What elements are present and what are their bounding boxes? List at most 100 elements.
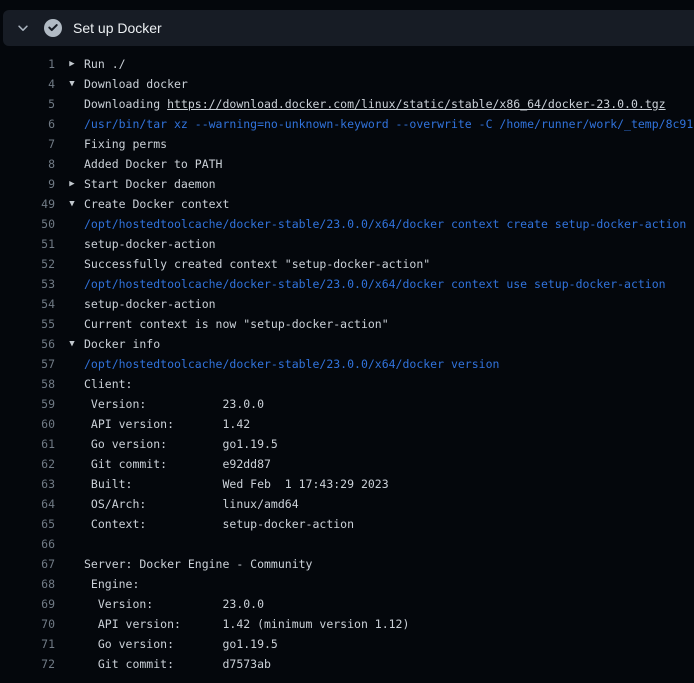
line-number-link[interactable]: 5 <box>0 94 55 114</box>
log-line: 4 ▼ Download docker <box>0 74 694 94</box>
line-number-link[interactable]: 65 <box>0 514 55 534</box>
line-number-link[interactable]: 53 <box>0 274 55 294</box>
group-expand-triangle-icon[interactable]: ▶ <box>66 54 78 74</box>
log-line: 57 /opt/hostedtoolcache/docker-stable/23… <box>0 354 694 374</box>
step-header[interactable]: Set up Docker <box>3 10 694 46</box>
line-number-link[interactable]: 66 <box>0 534 55 554</box>
line-text: Current context is now "setup-docker-act… <box>84 314 389 334</box>
line-text: setup-docker-action <box>84 234 216 254</box>
log-line: 62 Git commit: e92dd87 <box>0 454 694 474</box>
log-line: 68 Engine: <box>0 574 694 594</box>
log-line: 64 OS/Arch: linux/amd64 <box>0 494 694 514</box>
log-line: 58 Client: <box>0 374 694 394</box>
group-toggle-icon <box>66 114 78 134</box>
line-text: /opt/hostedtoolcache/docker-stable/23.0.… <box>84 214 686 234</box>
log-text: Engine: <box>84 577 139 591</box>
line-text: Built: Wed Feb 1 17:43:29 2023 <box>84 474 389 494</box>
group-toggle-icon <box>66 254 78 274</box>
line-number-link[interactable]: 59 <box>0 394 55 414</box>
group-toggle-icon <box>66 234 78 254</box>
line-text: Downloading https://download.docker.com/… <box>84 94 666 114</box>
line-number-link[interactable]: 61 <box>0 434 55 454</box>
line-number-link[interactable]: 56 <box>0 334 55 354</box>
line-number-link[interactable]: 55 <box>0 314 55 334</box>
group-label: Create Docker context <box>84 197 229 211</box>
workflow-log-panel: Set up Docker 1 ▶ Run ./ 4 ▼ Download do… <box>0 0 694 683</box>
group-toggle-icon <box>66 514 78 534</box>
group-toggle-icon <box>66 374 78 394</box>
line-number-link[interactable]: 49 <box>0 194 55 214</box>
line-number-link[interactable]: 72 <box>0 654 55 674</box>
group-toggle-icon <box>66 94 78 114</box>
log-line: 56 ▼ Docker info <box>0 334 694 354</box>
group-collapse-triangle-icon[interactable]: ▼ <box>66 194 78 214</box>
line-number-link[interactable]: 70 <box>0 614 55 634</box>
log-text: Context: setup-docker-action <box>84 517 354 531</box>
log-command-text: /opt/hostedtoolcache/docker-stable/23.0.… <box>84 217 686 231</box>
line-text: Git commit: e92dd87 <box>84 454 271 474</box>
line-text: Version: 23.0.0 <box>84 394 264 414</box>
line-number-link[interactable]: 64 <box>0 494 55 514</box>
line-number-link[interactable]: 51 <box>0 234 55 254</box>
group-expand-triangle-icon[interactable]: ▶ <box>66 174 78 194</box>
log-line: 53 /opt/hostedtoolcache/docker-stable/23… <box>0 274 694 294</box>
line-number-link[interactable]: 6 <box>0 114 55 134</box>
log-text: API version: 1.42 <box>84 417 250 431</box>
log-line: 54 setup-docker-action <box>0 294 694 314</box>
log-line: 8 Added Docker to PATH <box>0 154 694 174</box>
line-number-link[interactable]: 67 <box>0 554 55 574</box>
group-label: Download docker <box>84 77 188 91</box>
line-number-link[interactable]: 50 <box>0 214 55 234</box>
line-number-link[interactable]: 54 <box>0 294 55 314</box>
group-toggle-icon <box>66 614 78 634</box>
group-toggle-icon <box>66 274 78 294</box>
log-url-link[interactable]: https://download.docker.com/linux/static… <box>167 97 666 111</box>
line-text: API version: 1.42 (minimum version 1.12) <box>84 614 409 634</box>
group-toggle-icon <box>66 594 78 614</box>
line-number-link[interactable]: 68 <box>0 574 55 594</box>
line-number-link[interactable]: 1 <box>0 54 55 74</box>
log-line: 72 Git commit: d7573ab <box>0 654 694 674</box>
chevron-down-icon[interactable] <box>15 20 31 36</box>
log-line: 70 API version: 1.42 (minimum version 1.… <box>0 614 694 634</box>
group-collapse-triangle-icon[interactable]: ▼ <box>66 74 78 94</box>
line-number-link[interactable]: 52 <box>0 254 55 274</box>
log-line: 65 Context: setup-docker-action <box>0 514 694 534</box>
line-number-link[interactable]: 7 <box>0 134 55 154</box>
log-line: 51 setup-docker-action <box>0 234 694 254</box>
line-number-link[interactable]: 63 <box>0 474 55 494</box>
line-text: /opt/hostedtoolcache/docker-stable/23.0.… <box>84 354 499 374</box>
group-toggle-icon <box>66 654 78 674</box>
line-number-link[interactable]: 8 <box>0 154 55 174</box>
log-text: Fixing perms <box>84 137 167 151</box>
group-toggle-icon <box>66 534 78 554</box>
log-line: 71 Go version: go1.19.5 <box>0 634 694 654</box>
log-lines: 1 ▶ Run ./ 4 ▼ Download docker 5 Downloa… <box>0 46 694 674</box>
line-number-link[interactable]: 62 <box>0 454 55 474</box>
line-text: setup-docker-action <box>84 294 216 314</box>
line-number-link[interactable]: 57 <box>0 354 55 374</box>
log-text: OS/Arch: linux/amd64 <box>84 497 299 511</box>
log-line: 67 Server: Docker Engine - Community <box>0 554 694 574</box>
line-text: Added Docker to PATH <box>84 154 222 174</box>
line-text: Download docker <box>84 74 188 94</box>
line-number-link[interactable]: 71 <box>0 634 55 654</box>
group-toggle-icon <box>66 134 78 154</box>
log-text: Successfully created context "setup-dock… <box>84 257 430 271</box>
line-number-link[interactable]: 60 <box>0 414 55 434</box>
line-text: Version: 23.0.0 <box>84 594 264 614</box>
group-label: Run ./ <box>84 57 126 71</box>
group-collapse-triangle-icon[interactable]: ▼ <box>66 334 78 354</box>
line-number-link[interactable]: 4 <box>0 74 55 94</box>
log-text: Server: Docker Engine - Community <box>84 557 312 571</box>
line-number-link[interactable]: 58 <box>0 374 55 394</box>
line-number-link[interactable]: 9 <box>0 174 55 194</box>
line-number-link[interactable]: 69 <box>0 594 55 614</box>
log-text: Version: 23.0.0 <box>84 397 264 411</box>
line-text: Start Docker daemon <box>84 174 216 194</box>
log-text: Go version: go1.19.5 <box>84 637 278 651</box>
check-circle-icon <box>44 19 62 37</box>
log-text: Version: 23.0.0 <box>84 597 264 611</box>
log-text: Added Docker to PATH <box>84 157 222 171</box>
log-line: 69 Version: 23.0.0 <box>0 594 694 614</box>
